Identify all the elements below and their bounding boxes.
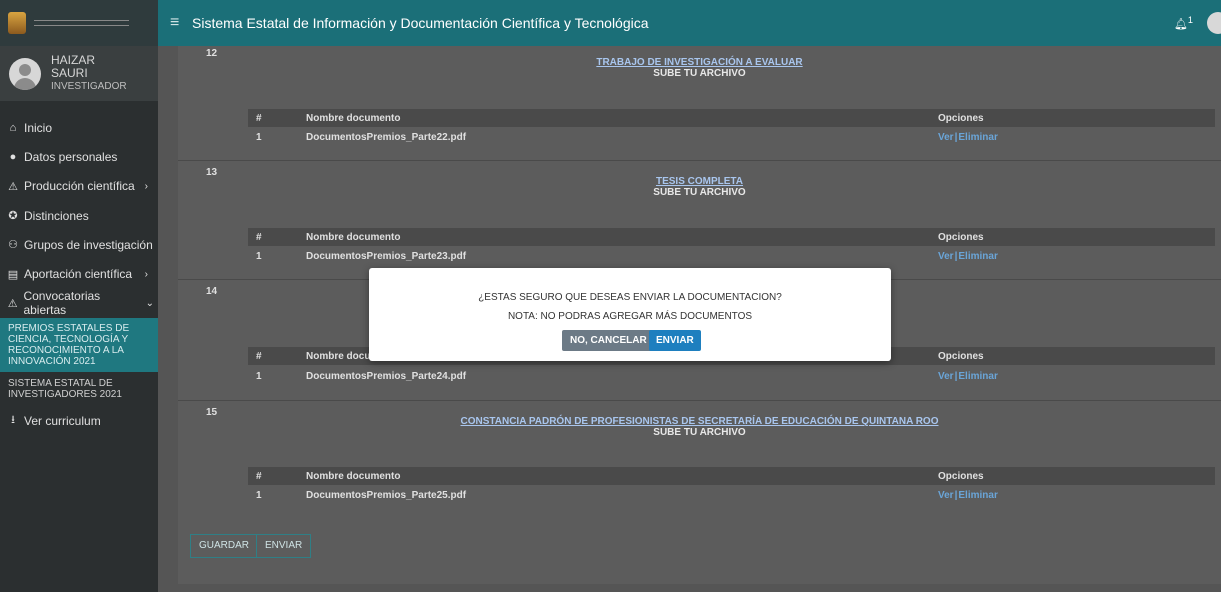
sidebar-item-aportacion[interactable]: ▤ Aportación científica › — [0, 259, 158, 288]
table-header: # Nombre documento Opciones — [248, 467, 1215, 485]
eliminar-link[interactable]: Eliminar — [958, 371, 997, 382]
col-num: # — [256, 113, 262, 124]
sidebar-item-label: Aportación científica — [24, 267, 133, 282]
user-role: INVESTIGADOR — [51, 81, 127, 92]
sidebar-item-distinciones[interactable]: ✪ Distinciones — [0, 201, 158, 230]
row-number: 14 — [206, 286, 218, 297]
sidebar-item-label: Producción científica — [24, 179, 135, 194]
notification-count: 1 — [1187, 15, 1193, 26]
dialog-note: NOTA: NO PODRAS AGREGAR MÁS DOCUMENTOS — [507, 311, 753, 322]
col-num: # — [256, 232, 262, 243]
coat-of-arms-logo — [8, 12, 26, 34]
table-row: 1 DocumentosPremios_Parte24.pdf Ver|Elim… — [248, 367, 1215, 385]
send-button[interactable]: ENVIAR — [256, 534, 312, 558]
cell-file: DocumentosPremios_Parte23.pdf — [306, 251, 467, 262]
sidebar-item-inicio[interactable]: ⌂ Inicio — [0, 113, 158, 142]
ver-link[interactable]: Ver — [938, 490, 954, 501]
sidebar-item-label: Distinciones — [24, 208, 89, 223]
confirm-send-button[interactable]: ENVIAR — [649, 330, 701, 351]
app-title: Sistema Estatal de Información y Documen… — [192, 15, 649, 31]
home-icon: ⌂ — [9, 121, 17, 134]
sidebar-item-datos-personales[interactable]: ● Datos personales — [0, 142, 158, 171]
confirm-dialog: ¿ESTAS SEGURO QUE DESEAS ENVIAR LA DOCUM… — [369, 268, 891, 361]
download-icon: ⭳ — [11, 414, 15, 427]
doc-title-link[interactable]: TRABAJO DE INVESTIGACIÓN A EVALUAR — [178, 57, 1221, 68]
cancel-button[interactable]: NO, CANCELAR — [562, 330, 655, 351]
cell-num: 1 — [256, 371, 262, 382]
upload-label[interactable]: SUBE TU ARCHIVO — [178, 68, 1221, 79]
col-name: Nombre documento — [306, 232, 401, 243]
dialog-question: ¿ESTAS SEGURO QUE DESEAS ENVIAR LA DOCUM… — [478, 292, 782, 303]
cell-options: Ver|Eliminar — [938, 132, 998, 143]
table-row: 1 DocumentosPremios_Parte22.pdf Ver|Elim… — [248, 128, 1215, 146]
sidebar-subitem-premios[interactable]: PREMIOS ESTATALES DE CIENCIA, TECNOLOGÍA… — [0, 318, 158, 373]
warning-icon: ⚠ — [7, 297, 18, 310]
cell-num: 1 — [256, 251, 262, 262]
book-icon: ▤ — [7, 268, 19, 281]
chevron-down-icon: ⌄ — [145, 297, 154, 309]
cell-num: 1 — [256, 490, 262, 501]
sidebar-item-label: Inicio — [24, 120, 53, 135]
top-avatar[interactable] — [1207, 12, 1221, 34]
top-bar: ≡ Sistema Estatal de Información y Docum… — [0, 0, 1221, 46]
row-divider — [178, 160, 1221, 161]
row-divider — [178, 400, 1221, 401]
user-panel: HAIZAR SAURI INVESTIGADOR — [0, 46, 158, 101]
cell-num: 1 — [256, 132, 262, 143]
notifications-bell-icon[interactable]: 🔔︎1 — [1174, 15, 1193, 31]
col-options: Opciones — [938, 113, 984, 124]
eliminar-link[interactable]: Eliminar — [958, 132, 997, 143]
doc-title-link[interactable]: CONSTANCIA PADRÓN DE PROFESIONISTAS DE S… — [178, 416, 1221, 427]
col-num: # — [256, 471, 262, 482]
sidebar-item-label: Datos personales — [24, 149, 118, 164]
award-icon: ✪ — [8, 210, 18, 223]
col-options: Opciones — [938, 351, 984, 362]
cell-options: Ver|Eliminar — [938, 251, 998, 262]
chevron-right-icon: › — [144, 180, 148, 192]
col-name: Nombre documento — [306, 471, 401, 482]
cell-file: DocumentosPremios_Parte25.pdf — [306, 490, 467, 501]
col-options: Opciones — [938, 232, 984, 243]
sidebar-item-ver-curriculum[interactable]: ⭳ Ver curriculum — [0, 406, 158, 435]
warning-icon: ⚠ — [8, 180, 18, 193]
sidebar-item-grupos[interactable]: ⚇ Grupos de investigación — [0, 230, 158, 259]
sidebar-item-produccion-cientifica[interactable]: ⚠ Producción científica › — [0, 172, 158, 201]
cell-file: DocumentosPremios_Parte22.pdf — [306, 132, 467, 143]
sidebar-item-convocatorias[interactable]: ⚠ Convocatorias abiertas ⌄ — [0, 289, 158, 318]
table-row: 1 DocumentosPremios_Parte25.pdf Ver|Elim… — [248, 486, 1215, 504]
ver-link[interactable]: Ver — [938, 132, 954, 143]
table-row: 1 DocumentosPremios_Parte23.pdf Ver|Elim… — [248, 247, 1215, 265]
col-name: Nombre documento — [306, 113, 401, 124]
doc-title-link[interactable]: TESIS COMPLETA — [178, 176, 1221, 187]
table-header: # Nombre documento Opciones — [248, 228, 1215, 246]
group-icon: ⚇ — [8, 239, 18, 252]
logo[interactable] — [0, 0, 158, 46]
col-num: # — [256, 351, 262, 362]
col-options: Opciones — [938, 471, 984, 482]
hamburger-menu-icon[interactable]: ≡ — [170, 14, 186, 32]
upload-label[interactable]: SUBE TU ARCHIVO — [178, 187, 1221, 198]
user-avatar-icon — [9, 57, 41, 90]
sidebar-item-label: Ver curriculum — [24, 413, 101, 428]
cell-file: DocumentosPremios_Parte24.pdf — [306, 371, 467, 382]
cell-options: Ver|Eliminar — [938, 371, 998, 382]
eliminar-link[interactable]: Eliminar — [958, 251, 997, 262]
sidebar-nav: ⌂ Inicio ● Datos personales ⚠ Producción… — [0, 101, 158, 318]
save-button[interactable]: GUARDAR — [190, 534, 259, 558]
sidebar: HAIZAR SAURI INVESTIGADOR ⌂ Inicio ● Dat… — [0, 46, 158, 592]
chevron-right-icon: › — [144, 268, 148, 280]
user-last-name: SAURI — [51, 66, 88, 80]
ver-link[interactable]: Ver — [938, 371, 954, 382]
ver-link[interactable]: Ver — [938, 251, 954, 262]
cell-options: Ver|Eliminar — [938, 490, 998, 501]
upload-label[interactable]: SUBE TU ARCHIVO — [178, 427, 1221, 438]
table-header: # Nombre documento Opciones — [248, 109, 1215, 127]
sidebar-item-label: Grupos de investigación — [24, 237, 153, 252]
sidebar-subitem-sistema-investigadores[interactable]: SISTEMA ESTATAL DE INVESTIGADORES 2021 — [0, 372, 158, 406]
sidebar-item-label: Convocatorias abiertas — [23, 289, 101, 318]
user-icon: ● — [9, 150, 17, 163]
eliminar-link[interactable]: Eliminar — [958, 490, 997, 501]
logo-text-line — [34, 20, 129, 26]
